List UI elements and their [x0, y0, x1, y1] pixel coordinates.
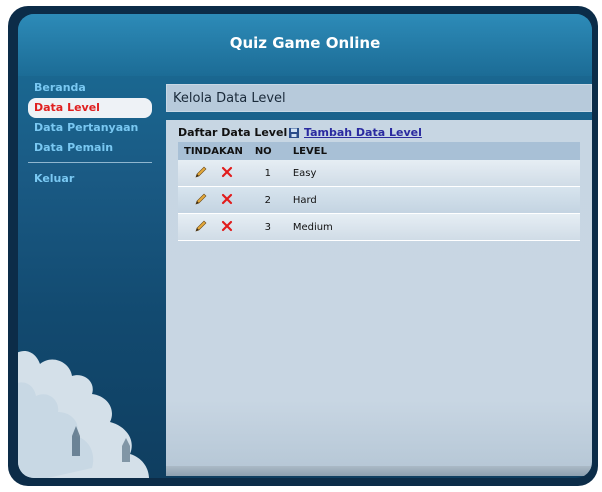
- cloud-decoration-icon: [18, 350, 149, 478]
- table-row: 1 Easy: [178, 160, 580, 187]
- row-level: Hard: [286, 186, 580, 214]
- list-header: Daftar Data Level: [178, 126, 288, 139]
- delete-x-icon[interactable]: [221, 220, 233, 235]
- table-row: 3 Medium: [178, 213, 580, 241]
- row-actions: [178, 160, 249, 187]
- nav-item-data-pemain[interactable]: Data Pemain: [28, 138, 152, 158]
- panel-footer-bar: [166, 466, 592, 476]
- nav-divider: [28, 162, 152, 163]
- site-title: Quiz Game Online: [229, 34, 381, 52]
- frame-inner: Quiz Game Online Beranda Data Level Data…: [18, 14, 592, 478]
- header: Quiz Game Online: [18, 14, 592, 76]
- nav-item-data-pertanyaan[interactable]: Data Pertanyaan: [28, 118, 152, 138]
- col-header-action: TINDAKAN: [178, 142, 249, 160]
- row-level: Medium: [286, 213, 580, 241]
- nav-item-keluar[interactable]: Keluar: [28, 169, 152, 189]
- nav-item-beranda[interactable]: Beranda: [28, 78, 152, 98]
- page-title: Kelola Data Level: [166, 84, 592, 112]
- level-table: TINDAKAN NO LEVEL 1 Easy 2 Hard 3 Medium: [178, 142, 580, 241]
- row-no: 3: [248, 213, 287, 241]
- save-icon: [289, 127, 299, 138]
- edit-pencil-icon[interactable]: [194, 219, 208, 236]
- delete-x-icon[interactable]: [221, 166, 233, 181]
- add-level-link[interactable]: Tambah Data Level: [288, 126, 422, 139]
- add-level-link-label: Tambah Data Level: [304, 126, 422, 139]
- edit-pencil-icon[interactable]: [194, 192, 208, 209]
- content-panel: Daftar Data Level Tambah Data Level TIND…: [166, 120, 592, 470]
- edit-pencil-icon[interactable]: [194, 165, 208, 182]
- col-header-level: LEVEL: [286, 142, 580, 160]
- nav-item-data-level[interactable]: Data Level: [28, 98, 152, 118]
- row-level: Easy: [286, 160, 580, 187]
- row-actions: [178, 213, 249, 241]
- table-header-row: TINDAKAN NO LEVEL: [178, 142, 580, 160]
- table-row: 2 Hard: [178, 186, 580, 214]
- row-no: 1: [248, 160, 287, 187]
- row-actions: [178, 186, 249, 214]
- page-frame: Quiz Game Online Beranda Data Level Data…: [8, 6, 598, 486]
- delete-x-icon[interactable]: [221, 193, 233, 208]
- main-content: Kelola Data Level Daftar Data Level Tamb…: [166, 74, 592, 478]
- sidebar: Beranda Data Level Data Pertanyaan Data …: [28, 78, 152, 189]
- col-header-no: NO: [248, 142, 287, 160]
- row-no: 2: [248, 186, 287, 214]
